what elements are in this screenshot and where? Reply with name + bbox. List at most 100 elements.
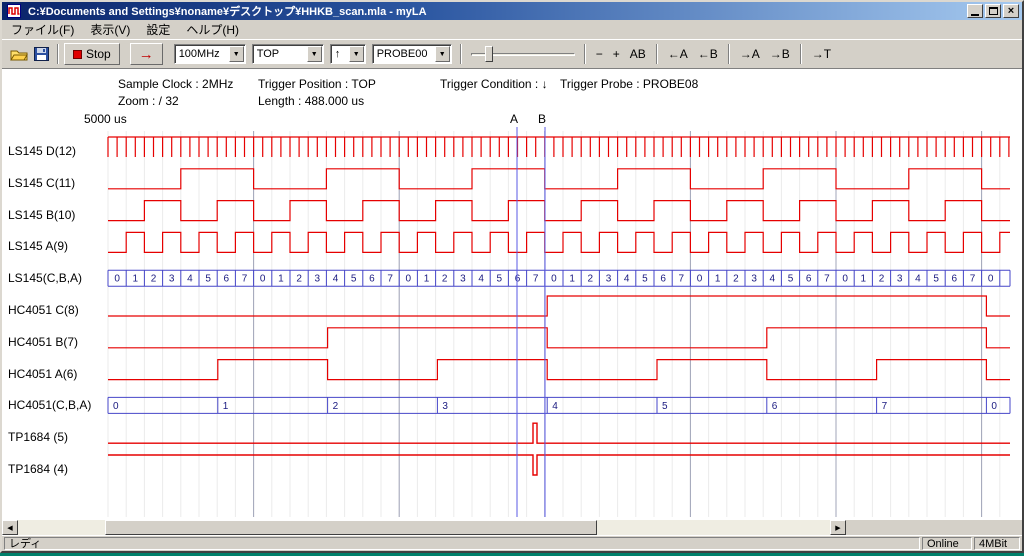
- svg-text:5: 5: [933, 274, 939, 285]
- toolbar: Stop → 100MHz ▼ TOP ▼ ↑ ▼ PROBE00 ▼ −+AB…: [2, 39, 1022, 68]
- title-bar[interactable]: C:¥Documents and Settings¥noname¥デスクトップ¥…: [2, 2, 1022, 20]
- zoom-out-button[interactable]: −: [591, 44, 608, 64]
- svg-text:5: 5: [788, 274, 794, 285]
- svg-text:4: 4: [478, 274, 484, 285]
- svg-text:3: 3: [751, 274, 757, 285]
- app-icon: [7, 4, 21, 18]
- svg-text:0: 0: [697, 274, 703, 285]
- svg-text:5: 5: [351, 274, 357, 285]
- svg-text:4: 4: [770, 274, 776, 285]
- close-button[interactable]: ×: [1003, 4, 1019, 18]
- svg-text:3: 3: [897, 274, 903, 285]
- stop-label: Stop: [86, 47, 111, 61]
- svg-text:1: 1: [715, 274, 721, 285]
- chevron-down-icon[interactable]: ▼: [229, 46, 244, 62]
- menu-item-help[interactable]: ヘルプ(H): [178, 19, 247, 40]
- waveform-panel: Sample Clock : 2MHz Trigger Position : T…: [2, 68, 1022, 520]
- right-to-a-button[interactable]: →A: [735, 44, 765, 64]
- svg-text:7: 7: [970, 274, 976, 285]
- svg-text:5: 5: [497, 274, 503, 285]
- trigger-position-value: TOP: [253, 48, 307, 60]
- maximize-button[interactable]: [985, 4, 1001, 18]
- svg-text:0: 0: [260, 274, 266, 285]
- svg-text:0: 0: [988, 274, 994, 285]
- triangle-left-icon: ◀: [7, 524, 12, 532]
- stop-button[interactable]: Stop: [64, 43, 120, 65]
- minimize-button[interactable]: [967, 4, 983, 18]
- svg-text:4: 4: [624, 274, 630, 285]
- svg-text:0: 0: [842, 274, 848, 285]
- svg-text:6: 6: [660, 274, 666, 285]
- svg-text:2: 2: [588, 274, 594, 285]
- horizontal-scrollbar[interactable]: ◀ ▶: [2, 520, 1022, 535]
- window-title: C:¥Documents and Settings¥noname¥デスクトップ¥…: [28, 3, 967, 19]
- toolbar-separator: [800, 44, 802, 64]
- status-memory-indicator: 4MBit: [974, 537, 1020, 550]
- status-message: レディ: [4, 537, 920, 550]
- save-button[interactable]: [34, 47, 49, 61]
- trigger-position-select[interactable]: TOP ▼: [252, 44, 324, 64]
- scroll-left-button[interactable]: ◀: [2, 520, 18, 535]
- run-button[interactable]: →: [130, 43, 163, 65]
- svg-text:3: 3: [169, 274, 175, 285]
- svg-text:0: 0: [991, 401, 997, 412]
- minimize-icon: [971, 14, 979, 16]
- svg-text:1: 1: [133, 274, 139, 285]
- close-icon: ×: [1008, 6, 1014, 17]
- svg-text:6: 6: [369, 274, 375, 285]
- scrollbar-track[interactable]: [18, 520, 830, 535]
- svg-text:1: 1: [569, 274, 575, 285]
- left-to-b-button[interactable]: ←B: [693, 44, 723, 64]
- svg-text:2: 2: [333, 401, 339, 412]
- svg-text:0: 0: [114, 274, 120, 285]
- svg-text:7: 7: [533, 274, 539, 285]
- svg-text:5: 5: [205, 274, 211, 285]
- toolbar-separator: [57, 44, 59, 64]
- svg-text:2: 2: [879, 274, 885, 285]
- menu-item-settings[interactable]: 設定: [138, 19, 178, 40]
- svg-text:B: B: [538, 112, 546, 126]
- svg-text:4: 4: [333, 274, 339, 285]
- svg-text:6: 6: [772, 401, 778, 412]
- chevron-down-icon[interactable]: ▼: [435, 46, 450, 62]
- svg-text:5: 5: [642, 274, 648, 285]
- slider-thumb[interactable]: [485, 46, 493, 62]
- svg-text:3: 3: [442, 401, 448, 412]
- svg-text:4: 4: [915, 274, 921, 285]
- zoom-slider[interactable]: [471, 44, 575, 64]
- svg-text:2: 2: [733, 274, 739, 285]
- stop-icon: [73, 50, 82, 59]
- svg-text:1: 1: [861, 274, 867, 285]
- svg-text:6: 6: [806, 274, 812, 285]
- scroll-right-button[interactable]: ▶: [830, 520, 846, 535]
- svg-text:7: 7: [387, 274, 393, 285]
- probe-select[interactable]: PROBE00 ▼: [372, 44, 452, 64]
- trigger-edge-select[interactable]: ↑ ▼: [330, 44, 366, 64]
- open-file-button[interactable]: [10, 48, 28, 61]
- svg-text:1: 1: [223, 401, 229, 412]
- svg-text:5: 5: [662, 401, 668, 412]
- svg-text:4: 4: [187, 274, 193, 285]
- to-trigger-button[interactable]: →T: [807, 44, 836, 64]
- scrollbar-thumb[interactable]: [105, 520, 597, 535]
- menu-item-file[interactable]: ファイル(F): [3, 19, 82, 40]
- chevron-down-icon[interactable]: ▼: [307, 46, 322, 62]
- svg-text:7: 7: [242, 274, 248, 285]
- scrollbar-filler: [846, 520, 1022, 535]
- right-to-b-button[interactable]: →B: [765, 44, 795, 64]
- svg-text:4: 4: [552, 401, 558, 412]
- zoom-in-button[interactable]: +: [608, 44, 625, 64]
- chevron-down-icon[interactable]: ▼: [349, 46, 364, 62]
- svg-text:1: 1: [278, 274, 284, 285]
- toolbar-separator: [460, 44, 462, 64]
- svg-text:7: 7: [824, 274, 830, 285]
- clock-select[interactable]: 100MHz ▼: [174, 44, 246, 64]
- left-to-a-button[interactable]: ←A: [663, 44, 693, 64]
- svg-text:7: 7: [882, 401, 888, 412]
- svg-text:A: A: [510, 112, 518, 126]
- clock-select-value: 100MHz: [175, 48, 229, 60]
- svg-text:3: 3: [606, 274, 612, 285]
- waveform-canvas[interactable]: 0123456701234567012345670123456701234567…: [2, 69, 1022, 520]
- menu-item-view[interactable]: 表示(V): [82, 19, 138, 40]
- ab-button[interactable]: AB: [625, 44, 651, 64]
